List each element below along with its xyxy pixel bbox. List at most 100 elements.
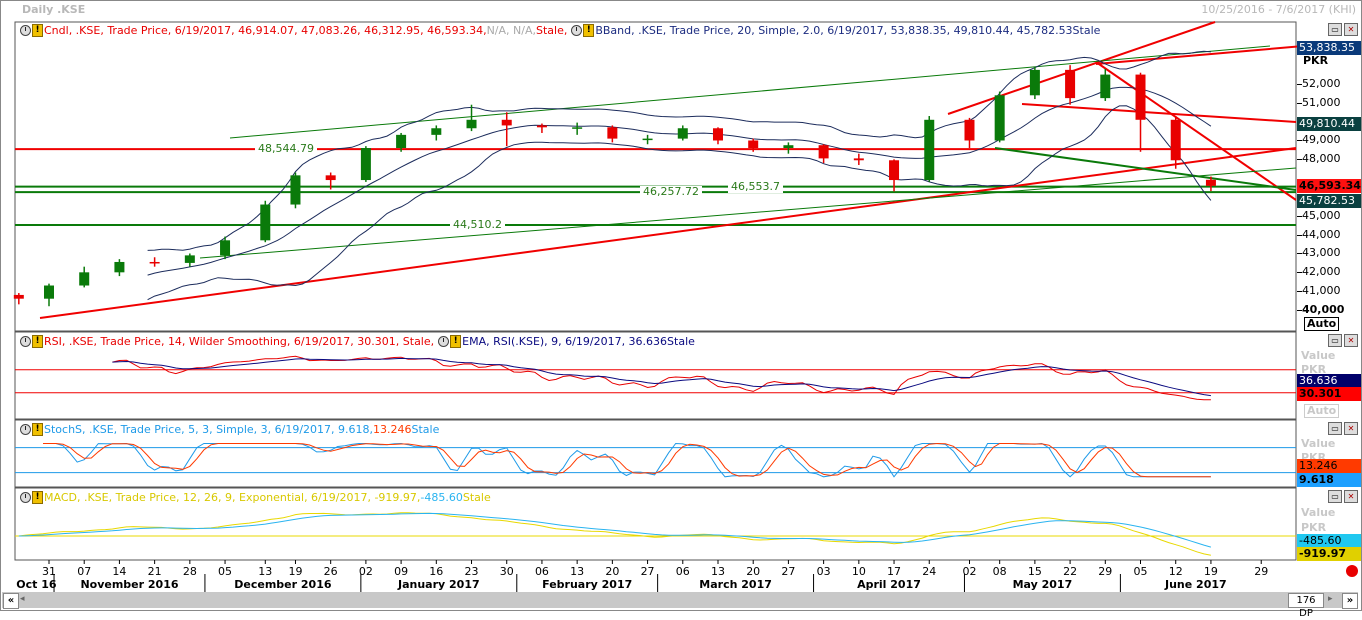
hline-label: 46,553.7 [728,180,783,193]
scroll-start-button[interactable]: « [3,593,19,609]
macd-value-label: Value [1301,506,1336,519]
price-tick-label: 42,000 [1302,265,1341,279]
candle-body [290,175,301,205]
price-tick-label: 40,000 [1302,302,1345,316]
macd-legend: ! MACD, .KSE, Trade Price, 12, 26, 9, Ex… [20,491,491,504]
candle-body [501,119,512,126]
candle-body [114,261,125,273]
hline-label: 48,544.79 [255,143,317,156]
clock-icon[interactable] [20,492,31,503]
candle-body [79,272,90,286]
warning-icon[interactable]: ! [583,24,595,37]
date-tick-label: 12 [1168,565,1183,578]
date-tick-label: 09 [394,565,409,578]
date-tick-label: 06 [534,565,549,578]
chart-plot[interactable] [0,0,1362,611]
candle-body [431,128,442,135]
bb-upper-badge: 53,838.35 [1297,41,1361,55]
stoch-d-badge: 13.246 [1297,459,1361,473]
clock-icon[interactable] [20,336,31,347]
macd-stale: Stale [462,491,491,504]
clock-icon[interactable] [438,336,450,347]
restore-button[interactable]: ▭ [1328,490,1342,503]
candle-body [220,240,231,256]
macd-signal-line [18,512,1212,548]
month-label: February 2017 [542,578,633,591]
clock-icon[interactable] [20,424,31,435]
candle-body [783,145,794,149]
clock-icon[interactable] [571,25,583,36]
date-tick-label: 13 [570,565,585,578]
candle-body [1029,69,1040,96]
close-button[interactable]: ✕ [1344,23,1358,36]
month-label: March 2017 [699,578,772,591]
price-tick-label: 48,000 [1302,152,1341,166]
date-tick-label: 19 [288,565,303,578]
date-tick-label: 16 [429,565,444,578]
price-tick-label: 44,000 [1302,227,1341,241]
candle-body [13,294,24,299]
month-label: January 2017 [397,578,480,591]
candle-body [44,285,54,299]
date-tick-label: 06 [675,565,690,578]
date-tick-label: 07 [77,565,92,578]
stoch-stale: Stale [411,423,440,436]
price-tick-label: 41,000 [1302,284,1341,298]
warning-icon[interactable]: ! [450,335,462,348]
candle-body [184,255,195,263]
ema-legend-text: EMA, RSI(.KSE), 9, 6/19/2017, 36.636Stal… [462,335,695,348]
na-legend: N/A, N/A, [486,24,536,37]
stoch-k-badge: 9.618 [1297,473,1361,487]
scroll-left-icon[interactable]: ◂ [20,594,25,604]
candle-body [325,175,336,181]
close-button[interactable]: ✕ [1344,490,1358,503]
status-dot-icon [1346,565,1358,577]
restore-button[interactable]: ▭ [1328,422,1342,435]
macd-line [18,512,1211,556]
price-tick-label: 51,000 [1302,95,1341,109]
stale-legend: Stale, [535,24,568,37]
candle-body [818,145,829,159]
warning-icon[interactable]: ! [32,423,43,436]
date-tick-label: 13 [258,565,273,578]
candle-body [260,204,271,241]
candle-body [677,128,688,139]
warning-icon[interactable]: ! [32,24,43,37]
candle-body [396,134,407,149]
restore-button[interactable]: ▭ [1328,334,1342,347]
time-scrollbar[interactable] [2,592,1358,608]
date-tick-label: 17 [887,565,902,578]
date-tick-label: 29 [1254,565,1269,578]
date-tick-label: 23 [464,565,479,578]
candle-body [149,261,160,264]
price-tick-label: 43,000 [1302,246,1341,260]
close-button[interactable]: ✕ [1344,334,1358,347]
close-button[interactable]: ✕ [1344,422,1358,435]
clock-icon[interactable] [20,25,31,36]
signal-legend-text: -485.60 [420,491,463,504]
candle-body [1065,69,1076,99]
scroll-right-icon[interactable]: ▸ [1328,594,1333,604]
scroll-end-button[interactable]: » [1342,593,1358,609]
datapoints-field[interactable]: 176 DP [1288,593,1324,619]
rsi-badge: 30.301 [1297,387,1361,401]
date-tick-label: 05 [1133,565,1148,578]
cndl-legend: Cndl, .KSE, Trade Price, 6/19/2017, 46,9… [44,24,487,37]
date-tick-label: 19 [1203,565,1218,578]
restore-button[interactable]: ▭ [1328,23,1342,36]
date-tick-label: 10 [851,565,866,578]
rsi-auto-button[interactable]: Auto [1304,404,1340,418]
date-tick-label: 02 [358,565,373,578]
stoch-value-label: Value [1301,437,1336,450]
stoch-legend: ! StochS, .KSE, Trade Price, 5, 3, Simpl… [20,423,439,436]
trend-line [39,147,1297,319]
auto-scale-button[interactable]: Auto [1304,317,1340,331]
candle-body [360,148,371,181]
price-legend: ! Cndl, .KSE, Trade Price, 6/19/2017, 46… [20,24,1100,37]
date-tick-label: 26 [323,565,338,578]
ema-badge: 36.636 [1297,374,1361,388]
warning-icon[interactable]: ! [32,491,43,504]
warning-icon[interactable]: ! [32,335,43,348]
date-tick-label: 14 [112,565,127,578]
trend-line [1095,61,1297,201]
